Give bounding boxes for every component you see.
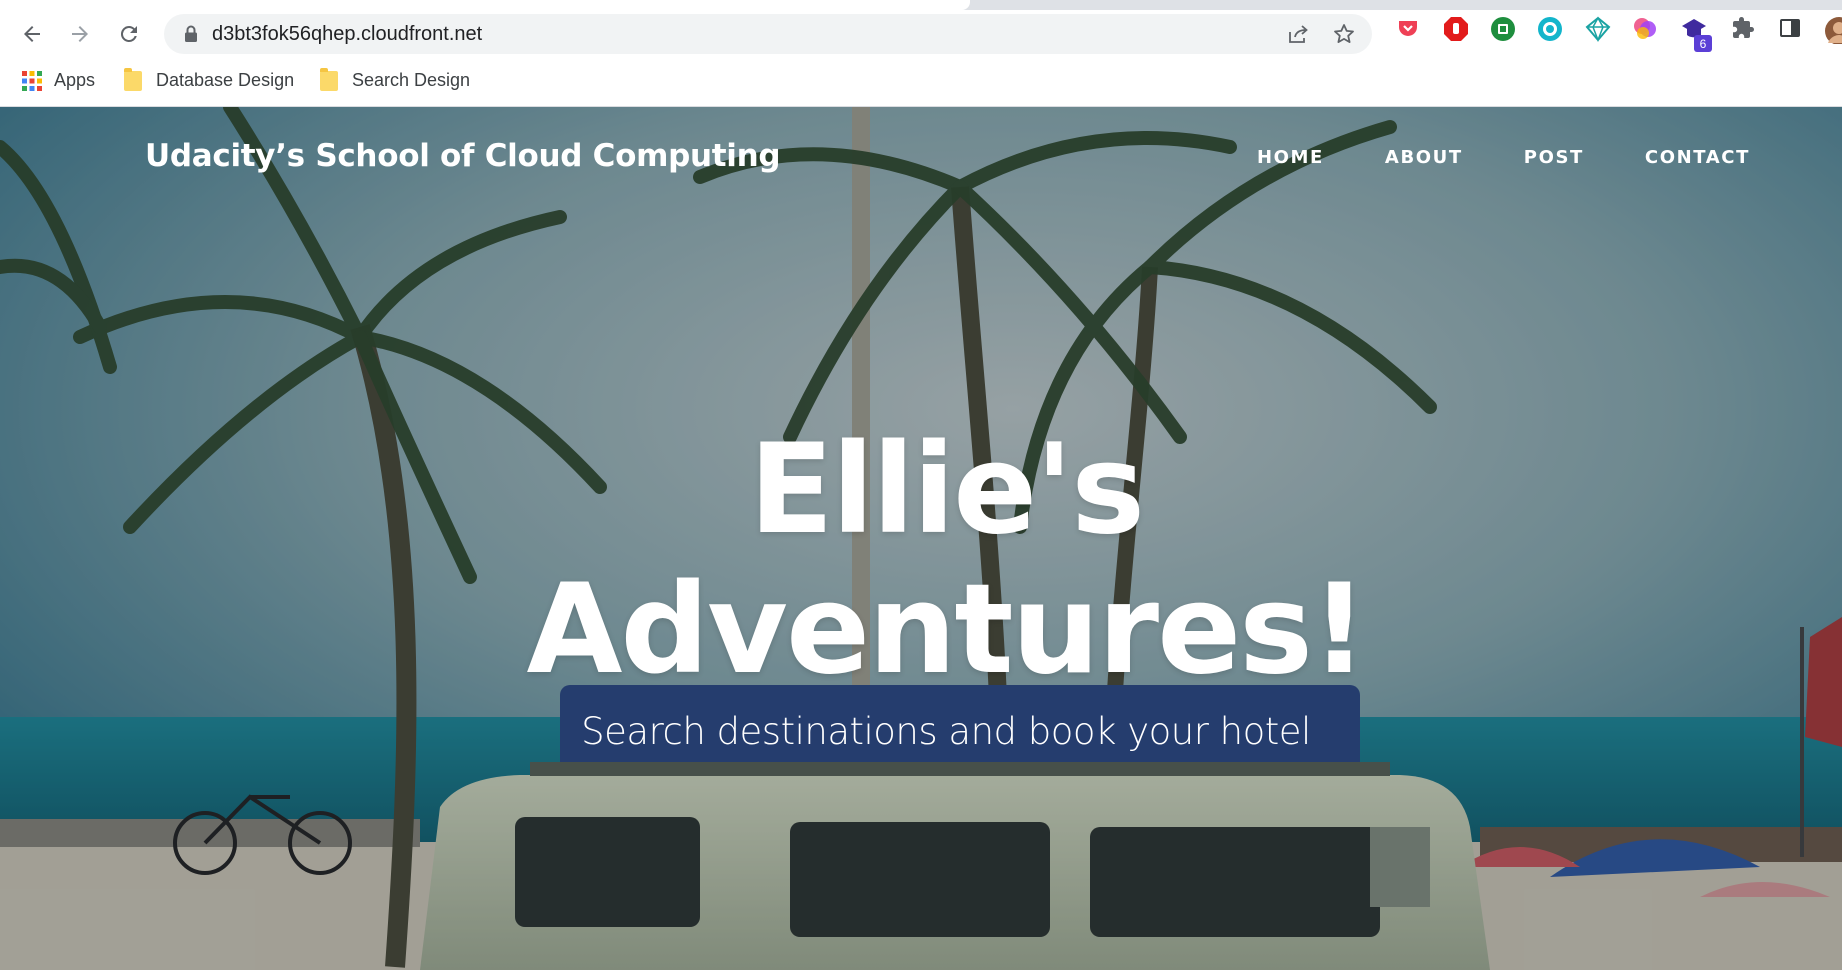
puzzle-icon[interactable]	[1731, 16, 1755, 40]
reload-button[interactable]	[115, 20, 143, 48]
bookmark-search-design[interactable]: Search Design	[320, 67, 471, 91]
nav-about[interactable]: ABOUT	[1385, 147, 1463, 168]
graduation-cap-icon[interactable]: 6	[1681, 16, 1715, 54]
svg-text:6: 6	[1700, 37, 1707, 51]
main-nav: HOME ABOUT POST CONTACT	[1257, 147, 1750, 168]
bookmarks-bar: Apps Database Design Search Design	[0, 58, 1842, 107]
arrow-left-icon	[24, 26, 40, 42]
bookmark-apps[interactable]: Apps	[22, 70, 95, 91]
nav-post[interactable]: POST	[1524, 147, 1584, 168]
side-panel-icon[interactable]	[1778, 16, 1802, 40]
bookmark-label: Search Design	[352, 70, 471, 90]
apps-grid-icon	[22, 70, 42, 91]
address-bar[interactable]: d3bt3fok56qhep.cloudfront.net	[164, 14, 1372, 54]
nav-home[interactable]: HOME	[1257, 147, 1324, 168]
back-button[interactable]	[18, 20, 46, 48]
web-page: Udacity’s School of Cloud Computing HOME…	[0, 107, 1842, 970]
bookmark-label: Database Design	[156, 70, 295, 90]
browser-toolbar: d3bt3fok56qhep.cloudfront.net 6	[0, 0, 1842, 58]
forward-button[interactable]	[66, 20, 94, 48]
active-tab[interactable]	[0, 0, 970, 10]
colorful-extension-icon[interactable]	[1632, 16, 1656, 40]
arrow-right-icon	[72, 26, 88, 42]
headline-line-1: Ellie's	[748, 418, 1145, 562]
tab-strip	[0, 0, 1842, 10]
green-extension-icon[interactable]	[1490, 16, 1515, 41]
hero-subheading: Search destinations and book your hotel	[581, 710, 1311, 753]
share-icon[interactable]	[1286, 22, 1310, 51]
pocket-icon[interactable]	[1396, 16, 1420, 40]
lock-icon[interactable]	[184, 25, 198, 48]
headline-line-2: Adventures!	[526, 558, 1367, 702]
diamond-extension-icon[interactable]	[1585, 16, 1611, 43]
reload-icon	[120, 25, 137, 42]
folder-icon	[320, 67, 338, 91]
toolbar-body: d3bt3fok56qhep.cloudfront.net 6	[0, 10, 1842, 58]
teal-extension-icon[interactable]	[1537, 16, 1562, 41]
folder-icon	[124, 67, 142, 91]
star-icon[interactable]	[1332, 22, 1356, 51]
profile-avatar[interactable]	[1824, 16, 1842, 44]
adblock-icon[interactable]	[1443, 16, 1468, 41]
nav-contact[interactable]: CONTACT	[1645, 147, 1750, 168]
hero-headline: Ellie's Adventures!	[0, 420, 1842, 700]
url-text[interactable]: d3bt3fok56qhep.cloudfront.net	[212, 23, 482, 46]
bookmark-label: Apps	[54, 70, 96, 90]
site-brand-link[interactable]: Udacity’s School of Cloud Computing	[145, 138, 781, 174]
bookmark-database-design[interactable]: Database Design	[124, 67, 295, 91]
